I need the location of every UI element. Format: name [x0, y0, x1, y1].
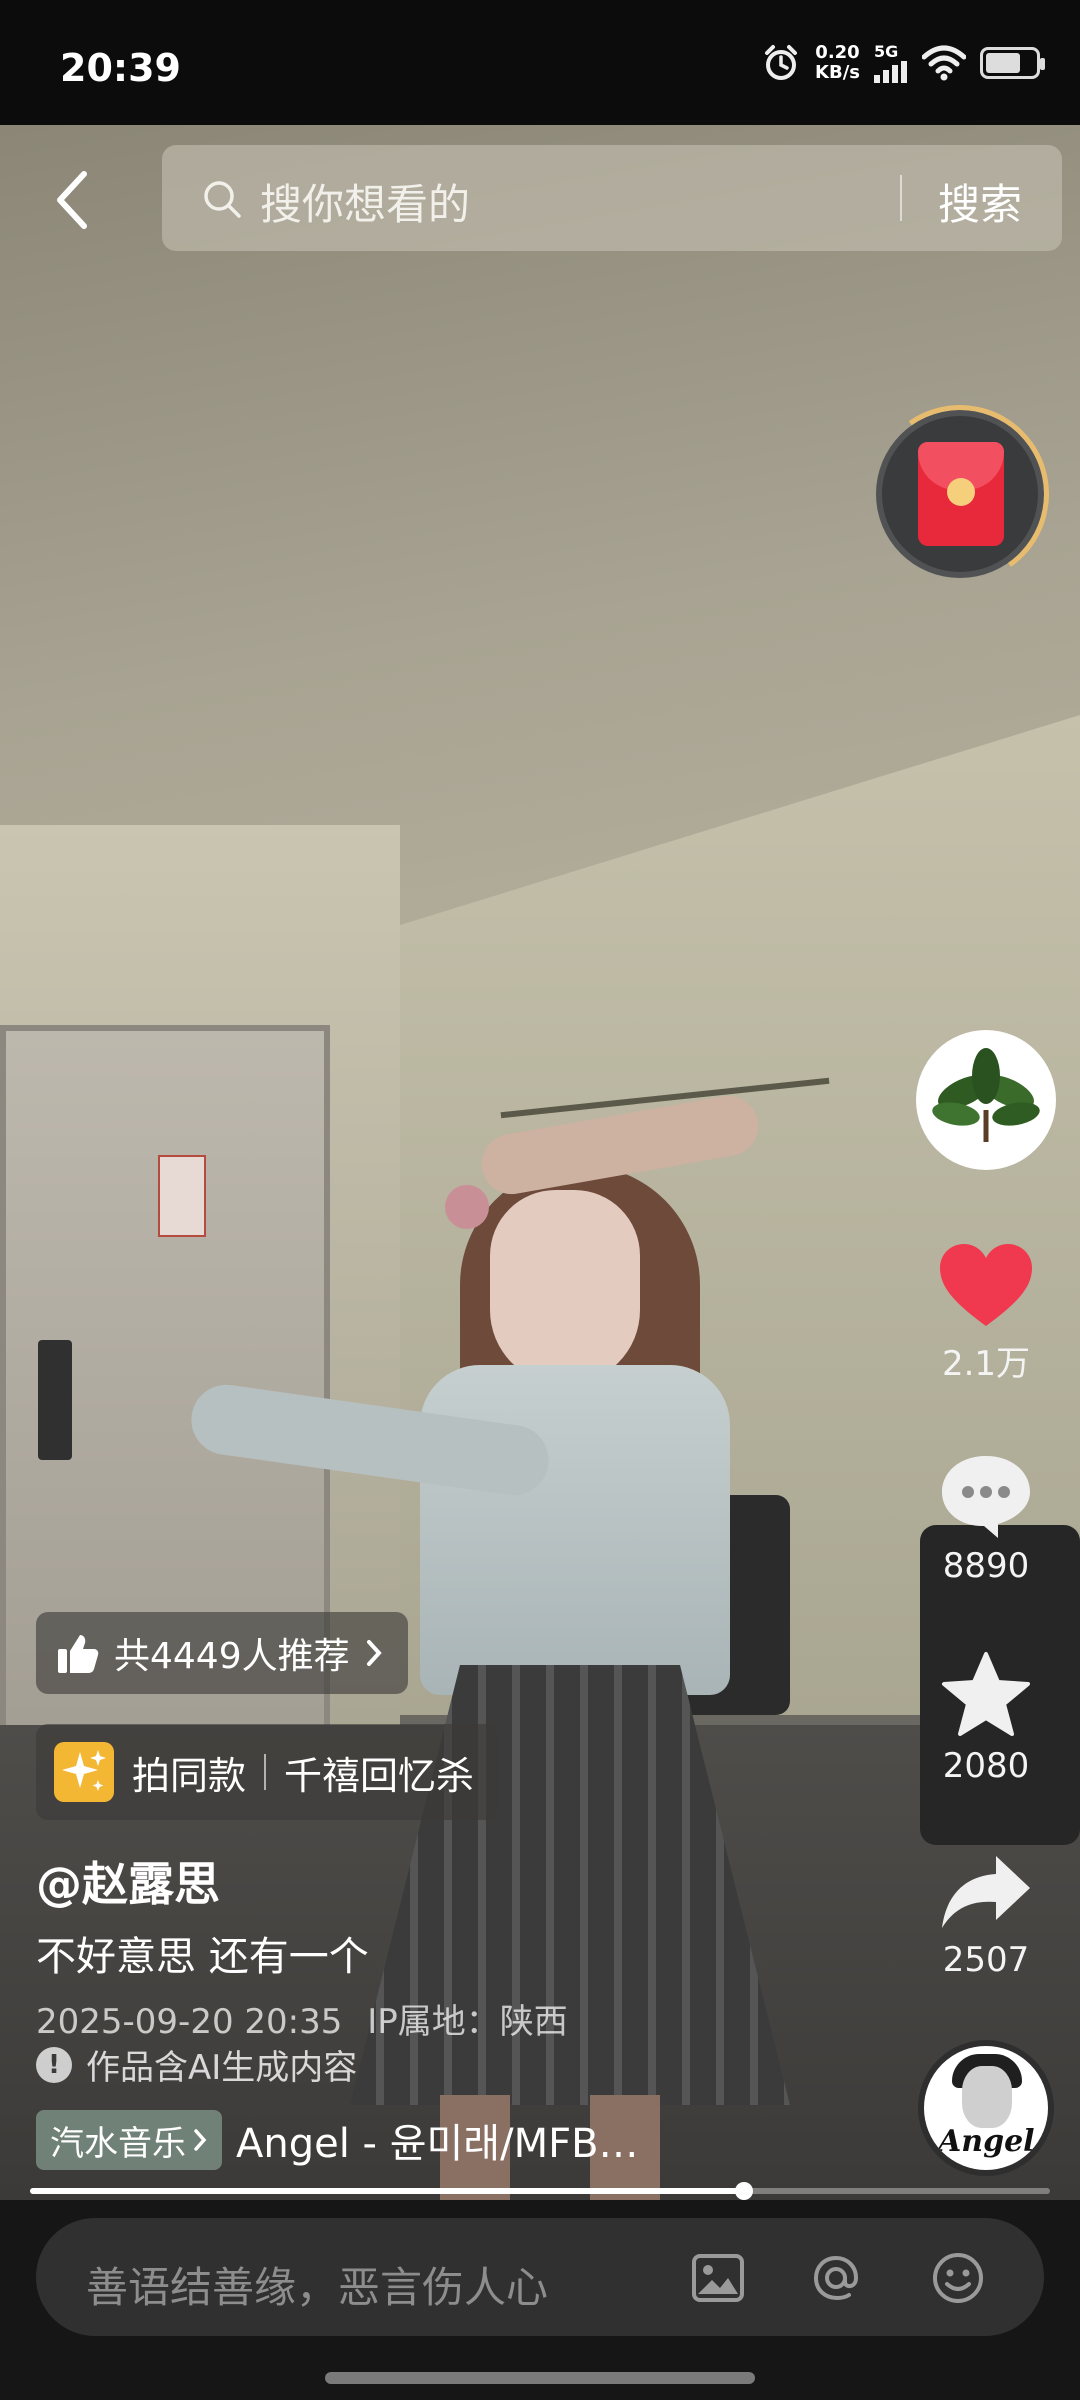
same-style-pill[interactable]: 拍同款 千禧回忆杀 — [36, 1724, 499, 1820]
battery-fill — [986, 52, 1020, 73]
music-app-tag[interactable]: 汽水音乐 — [36, 2110, 222, 2170]
wifi-icon — [922, 45, 966, 80]
share-icon — [942, 1856, 1030, 1928]
comment-placeholder: 善语结善缘，恶言伤人心 — [86, 2263, 549, 2312]
star-icon — [942, 1652, 1030, 1736]
ai-notice-text: 作品含AI生成内容 — [86, 2048, 358, 2088]
status-bar: 20:39 0.20 KB/s 5G — [0, 0, 1080, 125]
chevron-right-icon — [366, 1640, 382, 1666]
video-progress-fill — [30, 2188, 744, 2194]
red-packet-coin — [947, 478, 975, 506]
dancer-face — [490, 1190, 640, 1385]
red-packet-icon — [918, 442, 1004, 546]
post-caption: 不好意思 还有一个 — [36, 1934, 369, 1980]
favorite-button[interactable]: 2080 — [916, 1650, 1056, 1786]
signal-icon — [874, 61, 907, 83]
battery-icon — [980, 46, 1045, 79]
recommend-text: 共4449人推荐 — [114, 1636, 350, 1677]
author-name[interactable]: @赵露思 — [36, 1848, 220, 1914]
plant-avatar-image — [932, 1048, 1040, 1142]
back-arrow-icon — [57, 171, 87, 229]
music-disc[interactable]: Angel — [918, 2040, 1054, 2176]
home-indicator[interactable] — [325, 2372, 755, 2384]
author-avatar[interactable] — [916, 1030, 1056, 1170]
music-row[interactable]: 汽水音乐 Angel - 윤미래/MFB… — [36, 2110, 639, 2170]
sparkle-icon — [54, 1742, 114, 1802]
net-speed-value: 0.20 — [815, 41, 860, 63]
post-datetime: 2025-09-20 20:35 — [36, 2002, 343, 2042]
share-button[interactable]: 2507 — [916, 1850, 1056, 1980]
dancer-shirt — [420, 1365, 730, 1695]
network-type: 5G — [874, 42, 899, 61]
recommend-pill[interactable]: 共4449人推荐 — [36, 1612, 408, 1694]
chevron-right-icon — [194, 2129, 207, 2151]
search-input[interactable]: 搜你想看的 搜索 — [162, 145, 1062, 251]
alarm-icon — [765, 44, 798, 80]
status-time: 20:39 — [60, 46, 181, 90]
search-icon — [204, 181, 241, 218]
like-button[interactable]: 2.1万 — [916, 1240, 1056, 1385]
bottom-comment-bar: 善语结善缘，恶言伤人心 — [0, 2200, 1080, 2400]
disc-art — [962, 2066, 1012, 2128]
same-style-label: 拍同款 — [132, 1753, 247, 1798]
heart-icon — [940, 1244, 1032, 1326]
comment-input[interactable]: 善语结善缘，恶言伤人心 — [36, 2218, 1044, 2336]
disc-text: Angel — [938, 2124, 1035, 2159]
post-ip-location: IP属地：陕西 — [367, 2002, 568, 2042]
comment-button[interactable]: 8890 — [916, 1450, 1056, 1586]
exclamation-icon: ! — [36, 2046, 72, 2083]
rose-flower — [445, 1185, 489, 1229]
emoji-icon[interactable] — [926, 2246, 990, 2310]
video-progress-bar[interactable] — [30, 2182, 1050, 2200]
video-progress-thumb[interactable] — [735, 2182, 753, 2200]
music-tag-label: 汽水音乐 — [50, 2123, 186, 2164]
search-button[interactable]: 搜索 — [938, 171, 1022, 232]
at-icon[interactable] — [804, 2246, 868, 2310]
same-style-divider — [264, 1754, 267, 1790]
net-speed: 0.20 KB/s — [815, 41, 860, 83]
favorite-count: 2080 — [942, 1746, 1030, 1786]
thumbs-up-icon — [58, 1635, 99, 1673]
net-speed-unit: KB/s — [815, 61, 860, 83]
comment-icon — [942, 1456, 1030, 1538]
search-placeholder: 搜你想看的 — [260, 180, 471, 229]
post-meta: 2025-09-20 20:35 IP属地：陕西 — [36, 1994, 568, 2043]
image-icon[interactable] — [686, 2246, 750, 2310]
status-icons: 0.20 KB/s 5G — [761, 41, 1045, 83]
like-count: 2.1万 — [941, 1344, 1031, 1384]
same-style-song: 千禧回忆杀 — [284, 1753, 475, 1798]
back-button[interactable] — [40, 160, 110, 240]
scene-door-lock — [38, 1340, 72, 1460]
music-title: Angel - 윤미래/MFB… — [236, 2121, 639, 2167]
red-packet-button[interactable] — [856, 390, 1064, 598]
search-divider — [900, 175, 902, 221]
share-count: 2507 — [942, 1940, 1030, 1980]
network-indicator: 5G — [874, 42, 908, 83]
ai-notice: ! 作品含AI生成内容 — [36, 2040, 357, 2089]
comment-count: 8890 — [942, 1546, 1030, 1586]
